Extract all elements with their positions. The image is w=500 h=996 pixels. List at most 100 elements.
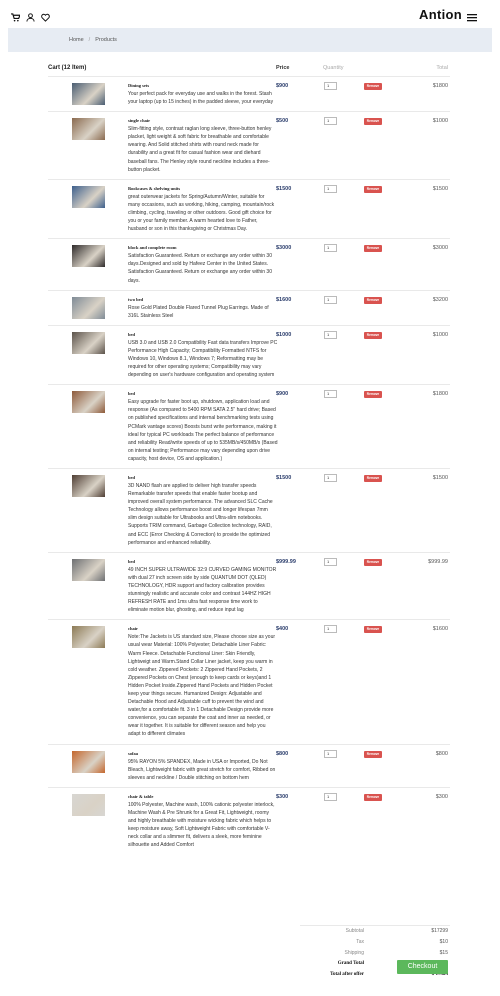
row-total: $300 — [435, 793, 448, 800]
product-thumbnail[interactable] — [72, 83, 105, 105]
menu-icon[interactable] — [467, 9, 477, 22]
product-name[interactable]: sofaa — [128, 751, 278, 756]
grand-total-label: Grand Total — [337, 961, 364, 966]
product-thumbnail[interactable] — [72, 118, 105, 141]
breadcrumb-home[interactable]: Home — [69, 37, 84, 43]
product-info: Bookcases & shelving units great outerwe… — [128, 186, 278, 233]
product-thumbnail[interactable] — [72, 296, 105, 319]
quantity-input[interactable]: 1 — [324, 792, 337, 801]
brand-logo[interactable]: Antion — [419, 7, 462, 22]
product-name[interactable]: block and complete room — [128, 245, 278, 250]
product-name[interactable]: single chair — [128, 118, 278, 123]
cart-row: Bookcases & shelving units great outerwe… — [48, 178, 450, 238]
header-icons — [11, 9, 50, 22]
quantity-input[interactable]: 1 — [324, 749, 337, 758]
product-info: sofaa 95% RAYON 5% SPANDEX, Made in USA … — [128, 751, 278, 782]
row-total: $1800 — [432, 83, 448, 89]
product-description: Satisfaction Guaranteed. Return or excha… — [128, 253, 272, 284]
product-thumbnail[interactable] — [72, 475, 105, 497]
product-name[interactable]: bed — [128, 475, 278, 480]
cart-header: Cart (12 Item) Price Quantity Total — [48, 62, 450, 76]
product-thumbnail[interactable] — [72, 391, 105, 414]
product-thumbnail[interactable] — [72, 245, 105, 268]
subtotal-value: $17299 — [431, 928, 448, 934]
top-bar: Antion — [0, 0, 500, 28]
cart-row: bed 3D NAND flash are applied to deliver… — [48, 468, 450, 552]
product-thumbnail[interactable] — [72, 750, 105, 773]
remove-button[interactable]: Remove — [364, 793, 382, 801]
product-thumbnail[interactable] — [72, 793, 105, 816]
product-description: Your perfect pack for everyday use and w… — [128, 91, 274, 106]
product-thumbnail[interactable] — [72, 558, 105, 581]
quantity-input[interactable]: 1 — [324, 557, 337, 566]
product-price: $3000 — [276, 245, 292, 252]
quantity-input[interactable]: 1 — [324, 330, 337, 339]
product-description: Note:The Jackets is US standard size, Pl… — [128, 634, 276, 738]
product-description: Slim-fitting style, contrast raglan long… — [128, 126, 272, 173]
product-price: $500 — [276, 118, 289, 125]
cart-icon[interactable] — [11, 9, 21, 22]
product-info: single chair Slim-fitting style, contras… — [128, 118, 278, 174]
product-price: $999.99 — [276, 558, 296, 565]
quantity-input[interactable]: 1 — [324, 390, 337, 399]
product-thumbnail[interactable] — [72, 626, 105, 649]
product-name[interactable]: bed — [128, 391, 278, 396]
cart-row: two bed Rose Gold Plated Double Flared T… — [48, 289, 450, 325]
checkout-button[interactable]: Checkout — [397, 960, 448, 974]
quantity-input[interactable]: 1 — [324, 184, 337, 193]
product-description: Rose Gold Plated Double Flared Tunnel Pl… — [128, 304, 269, 319]
quantity-input[interactable]: 1 — [324, 295, 337, 304]
product-name[interactable]: Dining sets — [128, 83, 278, 88]
cart-row: block and complete room Satisfaction Gua… — [48, 238, 450, 289]
product-thumbnail[interactable] — [72, 185, 105, 208]
remove-button[interactable]: Remove — [364, 118, 382, 126]
remove-button[interactable]: Remove — [364, 296, 382, 304]
product-info: two bed Rose Gold Plated Double Flared T… — [128, 297, 278, 320]
product-name[interactable]: chair & table — [128, 794, 278, 799]
remove-button[interactable]: Remove — [364, 626, 382, 634]
product-description: 100% Polyester, Machine wash, 100% catio… — [128, 801, 275, 849]
product-description: 95% RAYON 5% SPANDEX, Made in USA or Imp… — [128, 758, 276, 781]
quantity-input[interactable]: 1 — [324, 82, 337, 90]
quantity-input[interactable]: 1 — [324, 244, 337, 253]
cart-title: Cart (12 Item) — [48, 65, 87, 71]
cart-row: chair Note:The Jackets is US standard si… — [48, 619, 450, 743]
product-price: $1500 — [276, 185, 292, 192]
cart-row: bed 49 INCH SUPER ULTRAWIDE 32:9 CURVED … — [48, 551, 450, 620]
cart-row: Dining sets Your perfect pack for everyd… — [48, 76, 450, 111]
product-thumbnail[interactable] — [72, 331, 105, 354]
remove-button[interactable]: Remove — [364, 83, 382, 90]
quantity-input[interactable]: 1 — [324, 474, 337, 482]
row-total: $1600 — [432, 626, 448, 633]
remove-button[interactable]: Remove — [364, 558, 382, 566]
product-description: 49 INCH SUPER ULTRAWIDE 32:9 CURVED GAMI… — [128, 566, 277, 614]
remove-button[interactable]: Remove — [364, 391, 382, 399]
product-name[interactable]: bed — [128, 559, 278, 564]
product-name[interactable]: bed — [128, 332, 278, 337]
remove-button[interactable]: Remove — [364, 185, 382, 193]
remove-button[interactable]: Remove — [364, 475, 382, 482]
product-info: bed USB 3.0 and USB 2.0 Compatibility Fa… — [128, 332, 278, 379]
product-name[interactable]: Bookcases & shelving units — [128, 186, 278, 191]
cart-row: bed Easy upgrade for faster boot up, shu… — [48, 384, 450, 468]
total-after-offer-label: Total after offer — [330, 972, 364, 977]
tax-label: Tax — [356, 939, 364, 945]
product-name[interactable]: chair — [128, 626, 278, 631]
quantity-column-header: Quantity — [323, 65, 344, 71]
remove-button[interactable]: Remove — [364, 245, 382, 253]
quantity-input[interactable]: 1 — [324, 625, 337, 634]
product-description: great outerwear jackets for Spring/Autum… — [128, 193, 275, 233]
breadcrumb: Home / Products — [8, 28, 492, 52]
product-price: $1500 — [276, 475, 292, 481]
product-name[interactable]: two bed — [128, 297, 278, 302]
product-price: $1600 — [276, 296, 292, 303]
remove-button[interactable]: Remove — [364, 750, 382, 758]
quantity-input[interactable]: 1 — [324, 117, 337, 126]
row-total: $3200 — [432, 296, 448, 303]
remove-button[interactable]: Remove — [364, 331, 382, 339]
row-total: $1800 — [432, 391, 448, 398]
heart-icon[interactable] — [41, 9, 50, 22]
user-icon[interactable] — [26, 9, 35, 22]
row-total: $999.99 — [428, 558, 448, 565]
total-column-header: Total — [436, 65, 448, 71]
